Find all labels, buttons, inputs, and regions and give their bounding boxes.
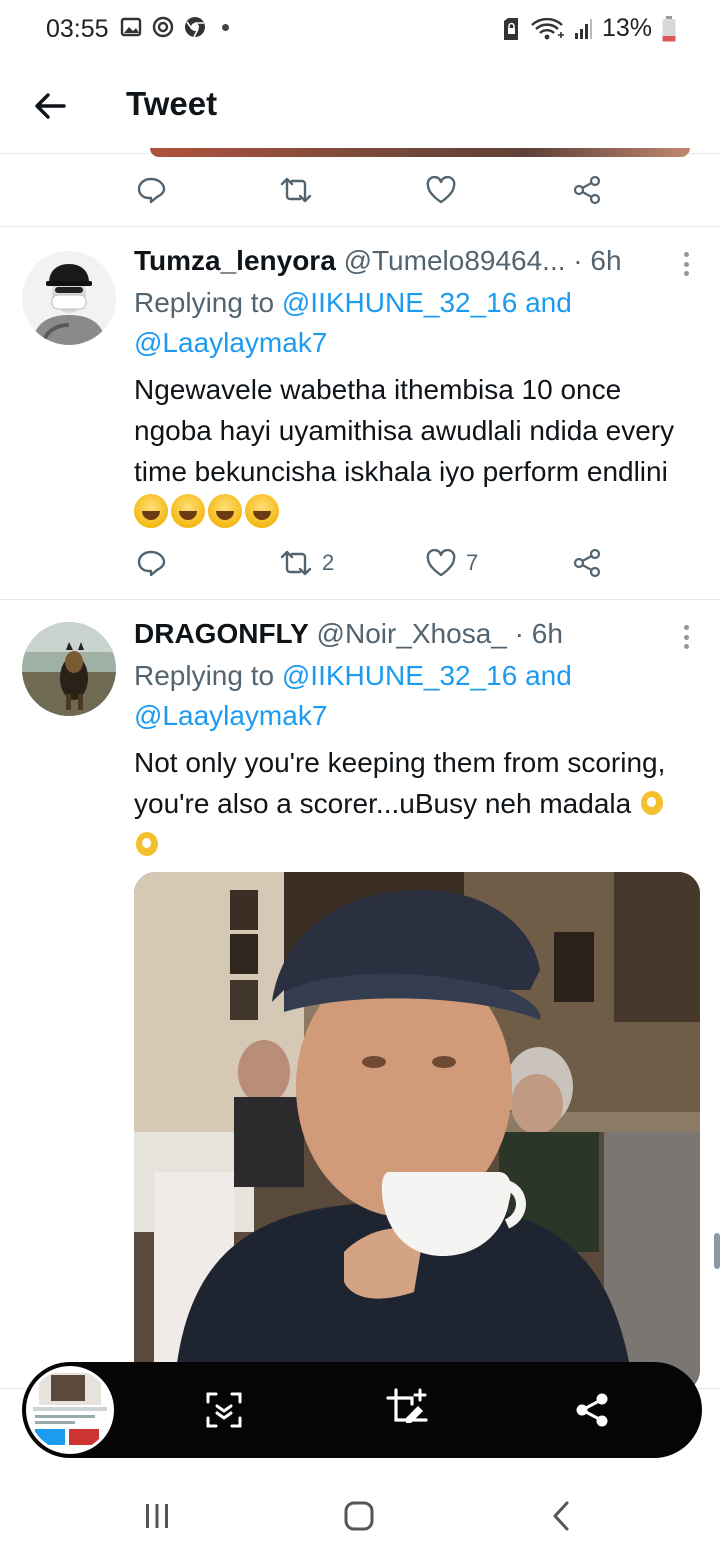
reply-icon xyxy=(137,550,166,577)
recents-button[interactable] xyxy=(132,1494,182,1538)
retweet-icon xyxy=(280,177,312,203)
parent-tweet-actions xyxy=(0,154,720,226)
home-icon xyxy=(344,1501,374,1531)
display-name[interactable]: DRAGONFLY xyxy=(134,618,309,649)
retweet-button[interactable] xyxy=(280,154,312,226)
nav-back-button[interactable] xyxy=(536,1494,586,1538)
retweet-button[interactable]: 2 xyxy=(280,527,334,599)
notification-icons xyxy=(120,16,229,38)
dot-icon xyxy=(222,23,229,31)
ok-hand-icon xyxy=(134,826,162,860)
like-icon xyxy=(426,176,456,204)
system-icons: 13% xyxy=(502,14,676,43)
retweet-count: 2 xyxy=(322,550,335,575)
mention-link[interactable]: @IIKHUNE_32_16 xyxy=(282,287,517,318)
like-count: 7 xyxy=(466,550,479,575)
share-icon xyxy=(576,1393,608,1427)
tweet-header: DRAGONFLY @Noir_Xhosa_ · 6h xyxy=(134,618,563,650)
scrollbar[interactable] xyxy=(714,1233,720,1269)
tweet-time: 6h xyxy=(590,245,622,276)
separator: · xyxy=(514,618,524,649)
reply-button[interactable] xyxy=(136,154,166,226)
like-button[interactable]: 7 xyxy=(426,527,478,599)
mention-link[interactable]: @Laaylaymak7 xyxy=(134,700,327,731)
laughing-tears-icon xyxy=(171,494,205,528)
tweet-text-content: Not only you're keeping them from scorin… xyxy=(134,747,666,819)
laughing-tears-icon xyxy=(208,494,242,528)
mention-link[interactable]: @IIKHUNE_32_16 xyxy=(282,660,517,691)
replying-to: Replying to @IIKHUNE_32_16 and @Laaylayma… xyxy=(134,656,694,736)
status-time: 03:55 xyxy=(46,15,109,43)
app-bar: Tweet xyxy=(0,58,720,154)
back-button[interactable] xyxy=(28,84,72,128)
screenshot-thumbnail[interactable] xyxy=(26,1366,114,1454)
laughing-tears-icon xyxy=(134,494,168,528)
separator: · xyxy=(573,245,583,276)
replying-and[interactable]: and xyxy=(517,287,572,318)
status-bar: 03:55 13% xyxy=(0,0,720,58)
more-options-icon[interactable] xyxy=(674,249,698,279)
tweet-text: Ngewavele wabetha ithembisa 10 once ngob… xyxy=(134,369,694,533)
like-icon xyxy=(426,549,456,577)
share-button[interactable] xyxy=(572,527,602,599)
ok-hand-icon xyxy=(639,785,667,819)
retweet-icon xyxy=(280,550,312,576)
gallery-icon xyxy=(120,17,142,37)
avatar[interactable] xyxy=(22,622,116,716)
home-button[interactable] xyxy=(334,1494,384,1538)
sim-lock-icon xyxy=(503,17,518,40)
screenshot-toolbar xyxy=(22,1362,702,1458)
tweet-time: 6h xyxy=(531,618,563,649)
recents-icon xyxy=(146,1504,168,1528)
user-handle[interactable]: @Noir_Xhosa_ xyxy=(317,618,507,649)
laughing-tears-icon xyxy=(245,494,279,528)
mention-link[interactable]: @Laaylaymak7 xyxy=(134,327,327,358)
arrow-left-icon xyxy=(35,93,66,119)
crop-edit-icon xyxy=(386,1388,428,1423)
scroll-capture-button[interactable] xyxy=(200,1386,248,1434)
back-icon xyxy=(553,1501,569,1531)
replying-to: Replying to @IIKHUNE_32_16 and @Laaylayma… xyxy=(134,283,694,363)
share-button[interactable] xyxy=(572,154,602,226)
system-nav-bar xyxy=(0,1468,720,1560)
share-screenshot-button[interactable] xyxy=(568,1386,616,1434)
tweet-text-content: Ngewavele wabetha ithembisa 10 once ngob… xyxy=(134,374,675,487)
tweet-header: Tumza_lenyora @Tumelo89464... · 6h xyxy=(134,245,622,277)
target-icon xyxy=(152,16,174,38)
battery-percent: 13% xyxy=(601,14,652,42)
wifi-icon xyxy=(531,17,564,39)
user-handle[interactable]: @Tumelo89464... xyxy=(344,245,566,276)
tweet-media-image[interactable] xyxy=(134,872,700,1392)
scroll-capture-icon xyxy=(206,1392,242,1428)
page-title: Tweet xyxy=(126,85,218,122)
tweet-reply[interactable]: Tumza_lenyora @Tumelo89464... · 6h Reply… xyxy=(0,227,720,599)
replying-prefix: Replying to xyxy=(134,660,282,691)
like-button[interactable] xyxy=(426,154,456,226)
tweet-actions: 2 7 xyxy=(0,527,720,599)
display-name[interactable]: Tumza_lenyora xyxy=(134,245,336,276)
chrome-icon xyxy=(185,17,205,38)
signal-icon xyxy=(574,18,592,39)
share-icon xyxy=(573,175,601,205)
more-options-icon[interactable] xyxy=(674,622,698,652)
crop-edit-button[interactable] xyxy=(384,1386,432,1434)
battery-icon xyxy=(662,15,676,41)
reply-button[interactable] xyxy=(136,527,166,599)
tweet-text: Not only you're keeping them from scorin… xyxy=(134,742,694,865)
avatar[interactable] xyxy=(22,251,116,345)
replying-and[interactable]: and xyxy=(517,660,572,691)
share-icon xyxy=(573,548,601,578)
reply-icon xyxy=(137,177,166,204)
replying-prefix: Replying to xyxy=(134,287,282,318)
